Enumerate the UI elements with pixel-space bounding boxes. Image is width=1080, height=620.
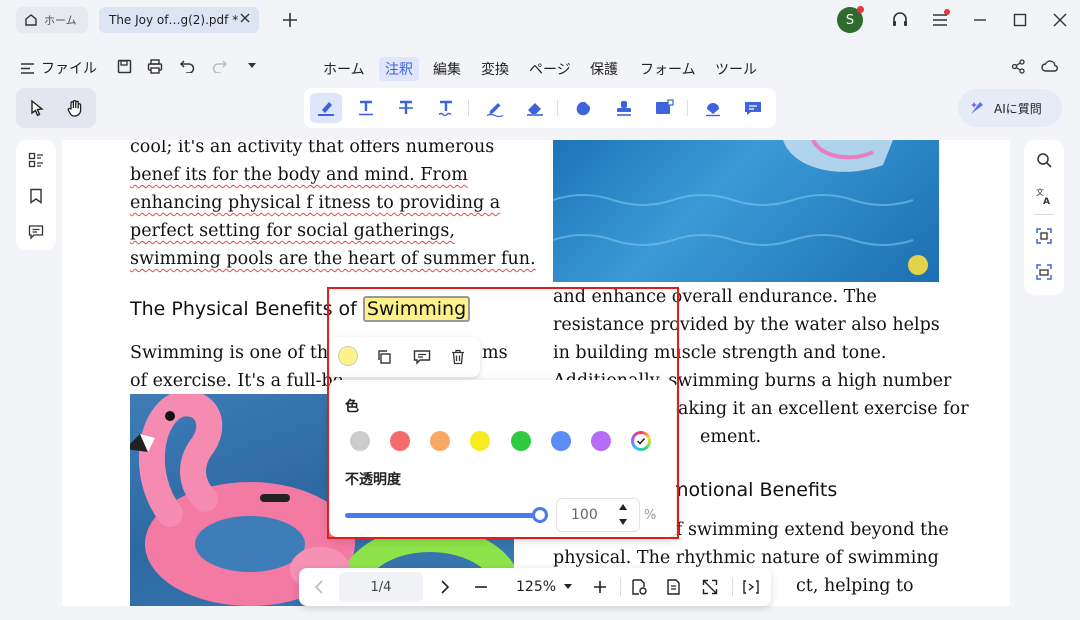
share-icon[interactable]: [1004, 52, 1032, 80]
search-icon[interactable]: [1030, 146, 1058, 174]
menu-protect[interactable]: 保護: [584, 57, 624, 81]
translate-icon[interactable]: 文A: [1030, 182, 1058, 210]
menu-annotate[interactable]: 注釈: [379, 57, 419, 81]
hamburger-icon: [20, 62, 35, 75]
text-line: swimming pools are the heart of summer f…: [130, 249, 536, 269]
callout-frame: [327, 287, 679, 539]
headset-icon[interactable]: [886, 6, 914, 34]
page-layout-icon[interactable]: [660, 573, 688, 601]
next-page-icon[interactable]: [431, 573, 459, 601]
zoom-in-icon[interactable]: [586, 573, 614, 601]
text-line: aking it an excellent exercise for: [678, 399, 969, 419]
menu-badge: [944, 9, 950, 15]
tab-document-title: The Joy of…g(2).pdf *: [109, 13, 239, 27]
text-line: benef its for the body and mind. From: [130, 165, 468, 185]
divider: [732, 578, 733, 596]
maximize-icon[interactable]: [1006, 6, 1034, 34]
bookmark-icon[interactable]: [22, 182, 50, 210]
comment-tool-icon[interactable]: [739, 94, 767, 122]
prev-page-icon[interactable]: [305, 573, 333, 601]
close-tab-icon[interactable]: [239, 12, 251, 24]
page-indicator: 1/4: [370, 579, 392, 595]
menu-page[interactable]: ページ: [523, 57, 577, 81]
text-line: cool; it's an activity that offers numer…: [130, 140, 495, 157]
divider: [468, 100, 469, 116]
menu-convert[interactable]: 変換: [475, 57, 515, 81]
pool-image: [553, 140, 939, 282]
presentation-icon[interactable]: [737, 573, 765, 601]
file-menu-label: ファイル: [41, 61, 97, 77]
divider: [557, 100, 558, 116]
text-line: enhancing physical f itness to providing…: [130, 193, 501, 213]
eraser-tool-icon[interactable]: [521, 94, 549, 122]
cloud-icon[interactable]: [1036, 52, 1064, 80]
svg-text:文: 文: [1036, 187, 1044, 197]
ai-ask-label: AIに質問: [994, 101, 1042, 116]
text-line: ct, helping to: [796, 576, 914, 596]
redo-icon[interactable]: [205, 52, 233, 80]
tab-home[interactable]: ホーム: [16, 7, 88, 33]
ai-ask-button[interactable]: AIに質問: [958, 89, 1062, 127]
text-line: perfect setting for social gatherings,: [130, 221, 455, 241]
menu-tools[interactable]: ツール: [709, 57, 763, 81]
svg-text:A: A: [1043, 197, 1050, 205]
signature-tool-icon[interactable]: [699, 94, 727, 122]
tab-home-label: ホーム: [44, 14, 77, 27]
zoom-out-icon[interactable]: [467, 573, 495, 601]
tab-document[interactable]: The Joy of…g(2).pdf *: [99, 7, 259, 33]
select-tool-icon[interactable]: [23, 94, 51, 122]
comments-panel-icon[interactable]: [22, 218, 50, 246]
read-mode-icon[interactable]: [625, 573, 653, 601]
menu-home[interactable]: ホーム: [317, 57, 371, 81]
print-icon[interactable]: [141, 52, 169, 80]
save-icon[interactable]: [110, 52, 138, 80]
thumbnails-icon[interactable]: [22, 146, 50, 174]
screen-capture-icon[interactable]: [1030, 258, 1058, 286]
ai-sparkle-icon: [968, 99, 986, 117]
stamp-tool-icon[interactable]: [610, 94, 638, 122]
hand-tool-icon[interactable]: [61, 94, 89, 122]
text-line: Swimming is one of the: [130, 343, 339, 363]
crop-icon[interactable]: [1030, 222, 1058, 250]
divider: [620, 578, 621, 596]
shape-tool-icon[interactable]: [570, 94, 598, 122]
menu-edit[interactable]: 編集: [427, 57, 467, 81]
new-tab-icon[interactable]: [276, 6, 304, 34]
quick-access-dropdown-icon[interactable]: [238, 52, 266, 80]
undo-icon[interactable]: [173, 52, 201, 80]
minimize-icon[interactable]: [966, 6, 994, 34]
squiggly-tool-icon[interactable]: [432, 94, 460, 122]
zoom-dropdown-icon[interactable]: [564, 584, 572, 590]
strikethrough-tool-icon[interactable]: [392, 94, 420, 122]
page-input[interactable]: 1/4: [339, 572, 423, 602]
pen-tool-icon[interactable]: [481, 94, 509, 122]
text-line: of exercise. It's a full-bo: [130, 371, 344, 391]
notification-dot: [857, 6, 864, 13]
section-heading: motional Benefits: [670, 479, 838, 501]
text-line: ement.: [700, 427, 762, 447]
fit-screen-icon[interactable]: [696, 573, 724, 601]
close-window-icon[interactable]: [1046, 6, 1074, 34]
file-menu[interactable]: ファイル: [20, 58, 97, 78]
divider: [1034, 214, 1054, 215]
text-line: f swimming extend beyond the: [676, 520, 949, 540]
highlight-tool-icon[interactable]: [312, 94, 340, 122]
underline-tool-icon[interactable]: [352, 94, 380, 122]
menu-form[interactable]: フォーム: [634, 57, 702, 81]
area-tool-icon[interactable]: [650, 94, 678, 122]
home-icon: [24, 13, 38, 27]
divider: [687, 100, 688, 116]
avatar-letter: S: [845, 12, 855, 28]
zoom-level[interactable]: 125%: [516, 579, 556, 595]
